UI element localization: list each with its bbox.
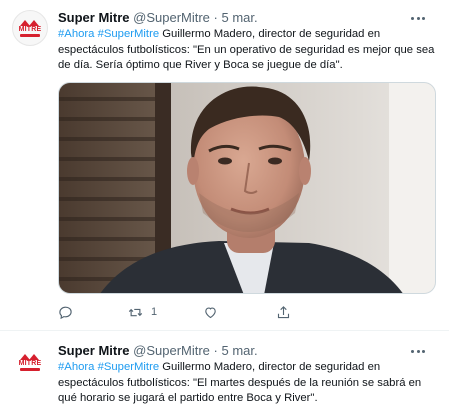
tweet-text: #Ahora #SuperMitre Guillermo Madero, dir… [58, 27, 438, 74]
separator: · [213, 10, 218, 25]
reply-button[interactable] [58, 303, 73, 321]
hashtag-ahora[interactable]: #Ahora [58, 28, 94, 40]
author-name[interactable]: Super Mitre [58, 343, 130, 358]
avatar[interactable]: MITRE [12, 344, 48, 380]
more-options-icon[interactable] [411, 12, 425, 24]
like-button[interactable] [203, 303, 218, 321]
tweet-media-video[interactable] [58, 82, 436, 294]
hashtag-supermitre[interactable]: #SuperMitre [98, 361, 160, 373]
author-handle[interactable]: @SuperMitre [133, 343, 210, 358]
logo-underline [20, 33, 40, 37]
separator: · [213, 343, 218, 358]
share-button[interactable] [276, 303, 291, 321]
tweet-date[interactable]: 5 mar. [222, 10, 258, 25]
tweet-date[interactable]: 5 mar. [222, 343, 258, 358]
avatar-logo-text: MITRE [18, 25, 42, 33]
tweet-header: Super Mitre @SuperMitre · 5 mar. [58, 343, 437, 359]
tweet-text: #Ahora #SuperMitre Guillermo Madero, dir… [58, 360, 438, 407]
tweet-header: Super Mitre @SuperMitre · 5 mar. [58, 10, 437, 26]
heart-icon [205, 306, 216, 318]
more-options-icon[interactable] [411, 345, 425, 357]
video-frame [59, 83, 435, 293]
hashtag-supermitre[interactable]: #SuperMitre [98, 28, 160, 40]
reply-icon [59, 306, 72, 319]
mitre-logo-icon [19, 353, 41, 360]
author-name[interactable]: Super Mitre [58, 10, 130, 25]
retweet-count: 1 [151, 306, 158, 318]
avatar[interactable]: MITRE [12, 10, 48, 46]
retweet-button[interactable]: 1 [128, 303, 157, 321]
tweet-actions: 1 [58, 303, 358, 321]
mitre-logo-icon [19, 19, 41, 26]
tweet[interactable]: MITRE Super Mitre @SuperMitre · 5 mar. #… [0, 0, 449, 331]
share-icon [277, 305, 290, 318]
retweet-icon [128, 308, 143, 316]
tweet[interactable]: MITRE Super Mitre @SuperMitre · 5 mar. #… [0, 331, 449, 404]
author-handle[interactable]: @SuperMitre [133, 10, 210, 25]
hashtag-ahora[interactable]: #Ahora [58, 361, 94, 373]
avatar-logo-text: MITRE [18, 359, 42, 367]
logo-underline [20, 367, 40, 371]
